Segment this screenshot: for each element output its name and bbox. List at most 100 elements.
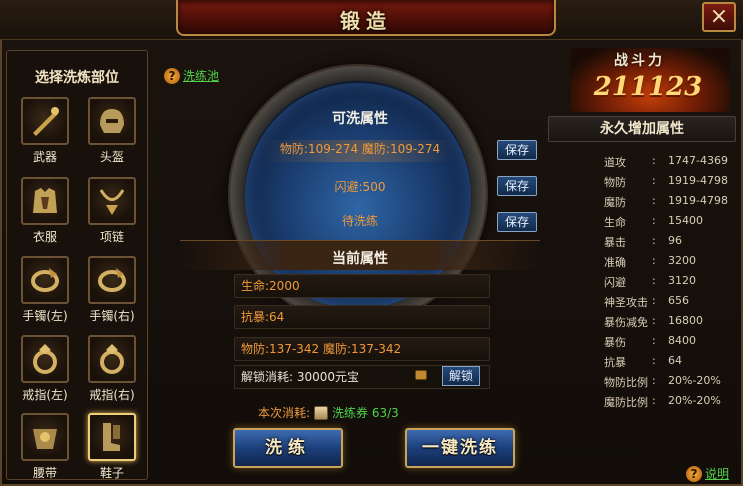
stat-name: 生命: [604, 216, 626, 229]
current-attr-3: 物防:137-342 魔防:137-342: [234, 337, 490, 361]
stat-colon: :: [652, 334, 656, 347]
stat-colon: :: [652, 394, 656, 407]
stat-name: 物防: [604, 176, 626, 189]
equip-slot[interactable]: 项链: [84, 177, 140, 245]
stat-name: 抗暴: [604, 356, 626, 369]
current-attr-3-text: 物防:137-342 魔防:137-342: [241, 342, 402, 356]
equip-slot[interactable]: 戒指(左): [17, 335, 73, 403]
one-click-wash-button[interactable]: 一键洗练: [405, 428, 515, 468]
stat-value: 64: [668, 354, 682, 367]
current-attr-2: 抗暴:64: [234, 305, 490, 329]
helmet-icon: [88, 97, 136, 145]
close-icon: ×: [709, 4, 729, 29]
equip-slot[interactable]: 衣服: [17, 177, 73, 245]
wash-pool-help[interactable]: ? 洗练池: [164, 67, 219, 84]
equip-slot-label: 武器: [32, 150, 57, 164]
equip-slot-label: 戒指(左): [22, 388, 68, 402]
question-icon: ?: [686, 465, 702, 482]
stat-name: 魔防: [604, 196, 626, 209]
stat-colon: :: [652, 314, 656, 327]
permanent-stat-row: 暴伤:8400: [604, 334, 696, 350]
permanent-stat-row: 物防比例:20%-20%: [604, 374, 721, 390]
permanent-stat-row: 神圣攻击:656: [604, 294, 689, 310]
permanent-stat-row: 暴伤减免:16800: [604, 314, 703, 330]
combat-power-label: 战斗力: [614, 53, 665, 69]
stat-colon: :: [652, 174, 656, 187]
equip-slot-label: 手镯(右): [89, 309, 135, 323]
equip-slot[interactable]: 腰带: [17, 413, 73, 481]
wash-button[interactable]: 洗练: [233, 428, 343, 468]
washable-attr-1: 物防:109-274 魔防:109-274: [279, 142, 441, 156]
stat-colon: :: [652, 374, 656, 387]
permanent-stat-row: 暴击:96: [604, 234, 682, 250]
slot-panel-title: 选择洗炼部位: [35, 70, 119, 86]
unlock-button[interactable]: 解锁: [442, 366, 480, 386]
permanent-stat-row: 魔防比例:20%-20%: [604, 394, 721, 410]
stat-value: 15400: [668, 214, 703, 227]
equip-slot[interactable]: 武器: [17, 97, 73, 165]
stat-colon: :: [652, 234, 656, 247]
necklace-icon: [88, 177, 136, 225]
stat-colon: :: [652, 254, 656, 267]
stat-value: 1919-4798: [668, 194, 728, 207]
equip-slot[interactable]: 手镯(右): [84, 256, 140, 324]
ring-icon: [21, 335, 69, 383]
boots-icon: [88, 413, 136, 461]
save-button-2[interactable]: 保存: [497, 176, 537, 196]
close-button[interactable]: ×: [702, 2, 736, 32]
stat-value: 96: [668, 234, 682, 247]
equip-slot[interactable]: 手镯(左): [17, 256, 73, 324]
wash-pool-link[interactable]: 洗练池: [183, 67, 219, 84]
stat-colon: :: [652, 274, 656, 287]
explain-help[interactable]: ? 说明: [686, 465, 729, 482]
permanent-stat-row: 闪避:3120: [604, 274, 696, 290]
stat-name: 闪避: [604, 276, 626, 289]
current-title: 当前属性: [332, 251, 388, 267]
stat-colon: :: [652, 354, 656, 367]
bracelet-icon: [88, 256, 136, 304]
equip-slot-label: 手镯(左): [22, 309, 68, 323]
unlock-cost-text: 解锁消耗: 30000元宝: [241, 370, 360, 384]
cost-label: 本次消耗:: [258, 406, 311, 420]
stat-value: 1919-4798: [668, 174, 728, 187]
equip-slot-label: 腰带: [32, 466, 57, 480]
stat-value: 8400: [668, 334, 696, 347]
save-button-3[interactable]: 保存: [497, 212, 537, 232]
question-icon: ?: [164, 67, 180, 84]
armor-icon: [21, 177, 69, 225]
save-button-1[interactable]: 保存: [497, 140, 537, 160]
washable-attr-3: 待洗练: [341, 214, 378, 228]
stat-colon: :: [652, 154, 656, 167]
current-attr-2-text: 抗暴:64: [241, 310, 285, 324]
equip-slot-label: 头盔: [99, 150, 124, 164]
stat-name: 神圣攻击: [604, 296, 648, 309]
stat-name: 暴伤减免: [604, 316, 648, 329]
stat-value: 3120: [668, 274, 696, 287]
washable-attr-2: 闪避:500: [334, 180, 386, 194]
stat-value: 1747-4369: [668, 154, 728, 167]
equip-slot-label: 衣服: [32, 230, 57, 244]
stat-name: 魔防比例: [604, 396, 648, 409]
equip-slot[interactable]: 戒指(右): [84, 335, 140, 403]
equip-slot[interactable]: 鞋子: [84, 413, 140, 481]
stat-value: 16800: [668, 314, 703, 327]
equip-slot[interactable]: 头盔: [84, 97, 140, 165]
stat-colon: :: [652, 294, 656, 307]
equip-slot-label: 戒指(右): [89, 388, 135, 402]
permanent-stat-row: 道攻:1747-4369: [604, 154, 728, 170]
treasure-chest-icon: [415, 370, 427, 380]
belt-icon: [21, 413, 69, 461]
permanent-attr-title: 永久增加属性: [548, 116, 736, 142]
equip-slot-label: 鞋子: [99, 466, 124, 480]
title-plaque: 锻造: [176, 0, 556, 36]
stat-value: 20%-20%: [668, 374, 721, 387]
current-attr-1-text: 生命:2000: [241, 279, 300, 293]
wash-ticket-icon: [314, 405, 329, 420]
stat-value: 3200: [668, 254, 696, 267]
explain-link[interactable]: 说明: [705, 465, 729, 482]
equip-slot-label: 项链: [99, 230, 124, 244]
weapon-icon: [21, 97, 69, 145]
stat-name: 暴击: [604, 236, 626, 249]
permanent-stat-row: 抗暴:64: [604, 354, 682, 370]
combat-power-value: 211123: [593, 72, 703, 102]
